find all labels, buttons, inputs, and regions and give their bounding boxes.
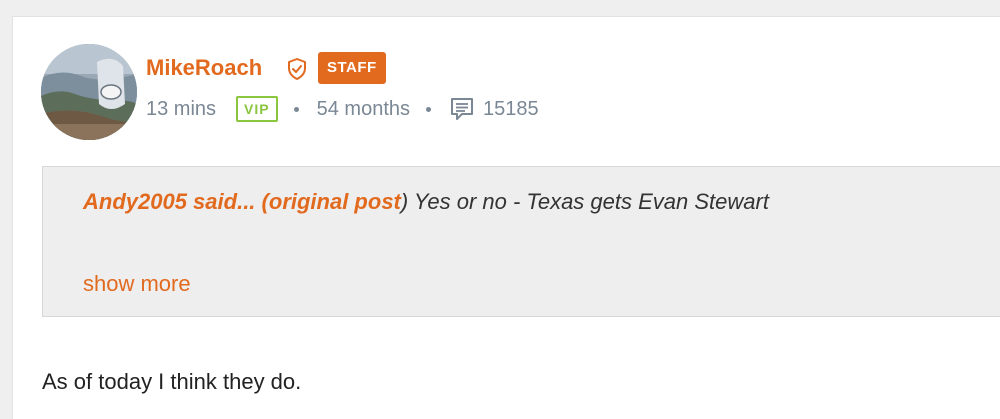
quote-line: Andy2005 said... (original post) Yes or … <box>83 189 769 215</box>
forum-post: MikeRoach STAFF 13 mins VIP 54 months 15… <box>12 16 1000 419</box>
avatar[interactable] <box>41 44 137 140</box>
quote-author[interactable]: Andy2005 said... <box>83 189 255 214</box>
staff-badge: STAFF <box>318 52 386 84</box>
original-post-link[interactable]: original post <box>269 189 401 214</box>
separator-dot <box>426 106 431 112</box>
quote-open-paren: ( <box>261 189 269 214</box>
post-count: 15185 <box>483 97 539 120</box>
membership-duration: 54 months <box>316 97 410 120</box>
avatar-image <box>41 44 137 140</box>
shield-check-icon <box>288 58 306 80</box>
vip-badge: VIP <box>236 96 278 122</box>
comment-icon <box>451 98 473 120</box>
post-body: As of today I think they do. <box>42 369 302 394</box>
username-link[interactable]: MikeRoach <box>146 55 262 81</box>
quote-text: Yes or no - Texas gets Evan Stewart <box>408 189 769 214</box>
separator-dot <box>293 106 299 112</box>
quoted-post: Andy2005 said... (original post) Yes or … <box>42 166 1000 317</box>
post-timestamp[interactable]: 13 mins <box>146 98 216 121</box>
post-meta: 13 mins VIP 54 months 15185 <box>146 96 539 122</box>
show-more-link[interactable]: show more <box>83 271 191 297</box>
